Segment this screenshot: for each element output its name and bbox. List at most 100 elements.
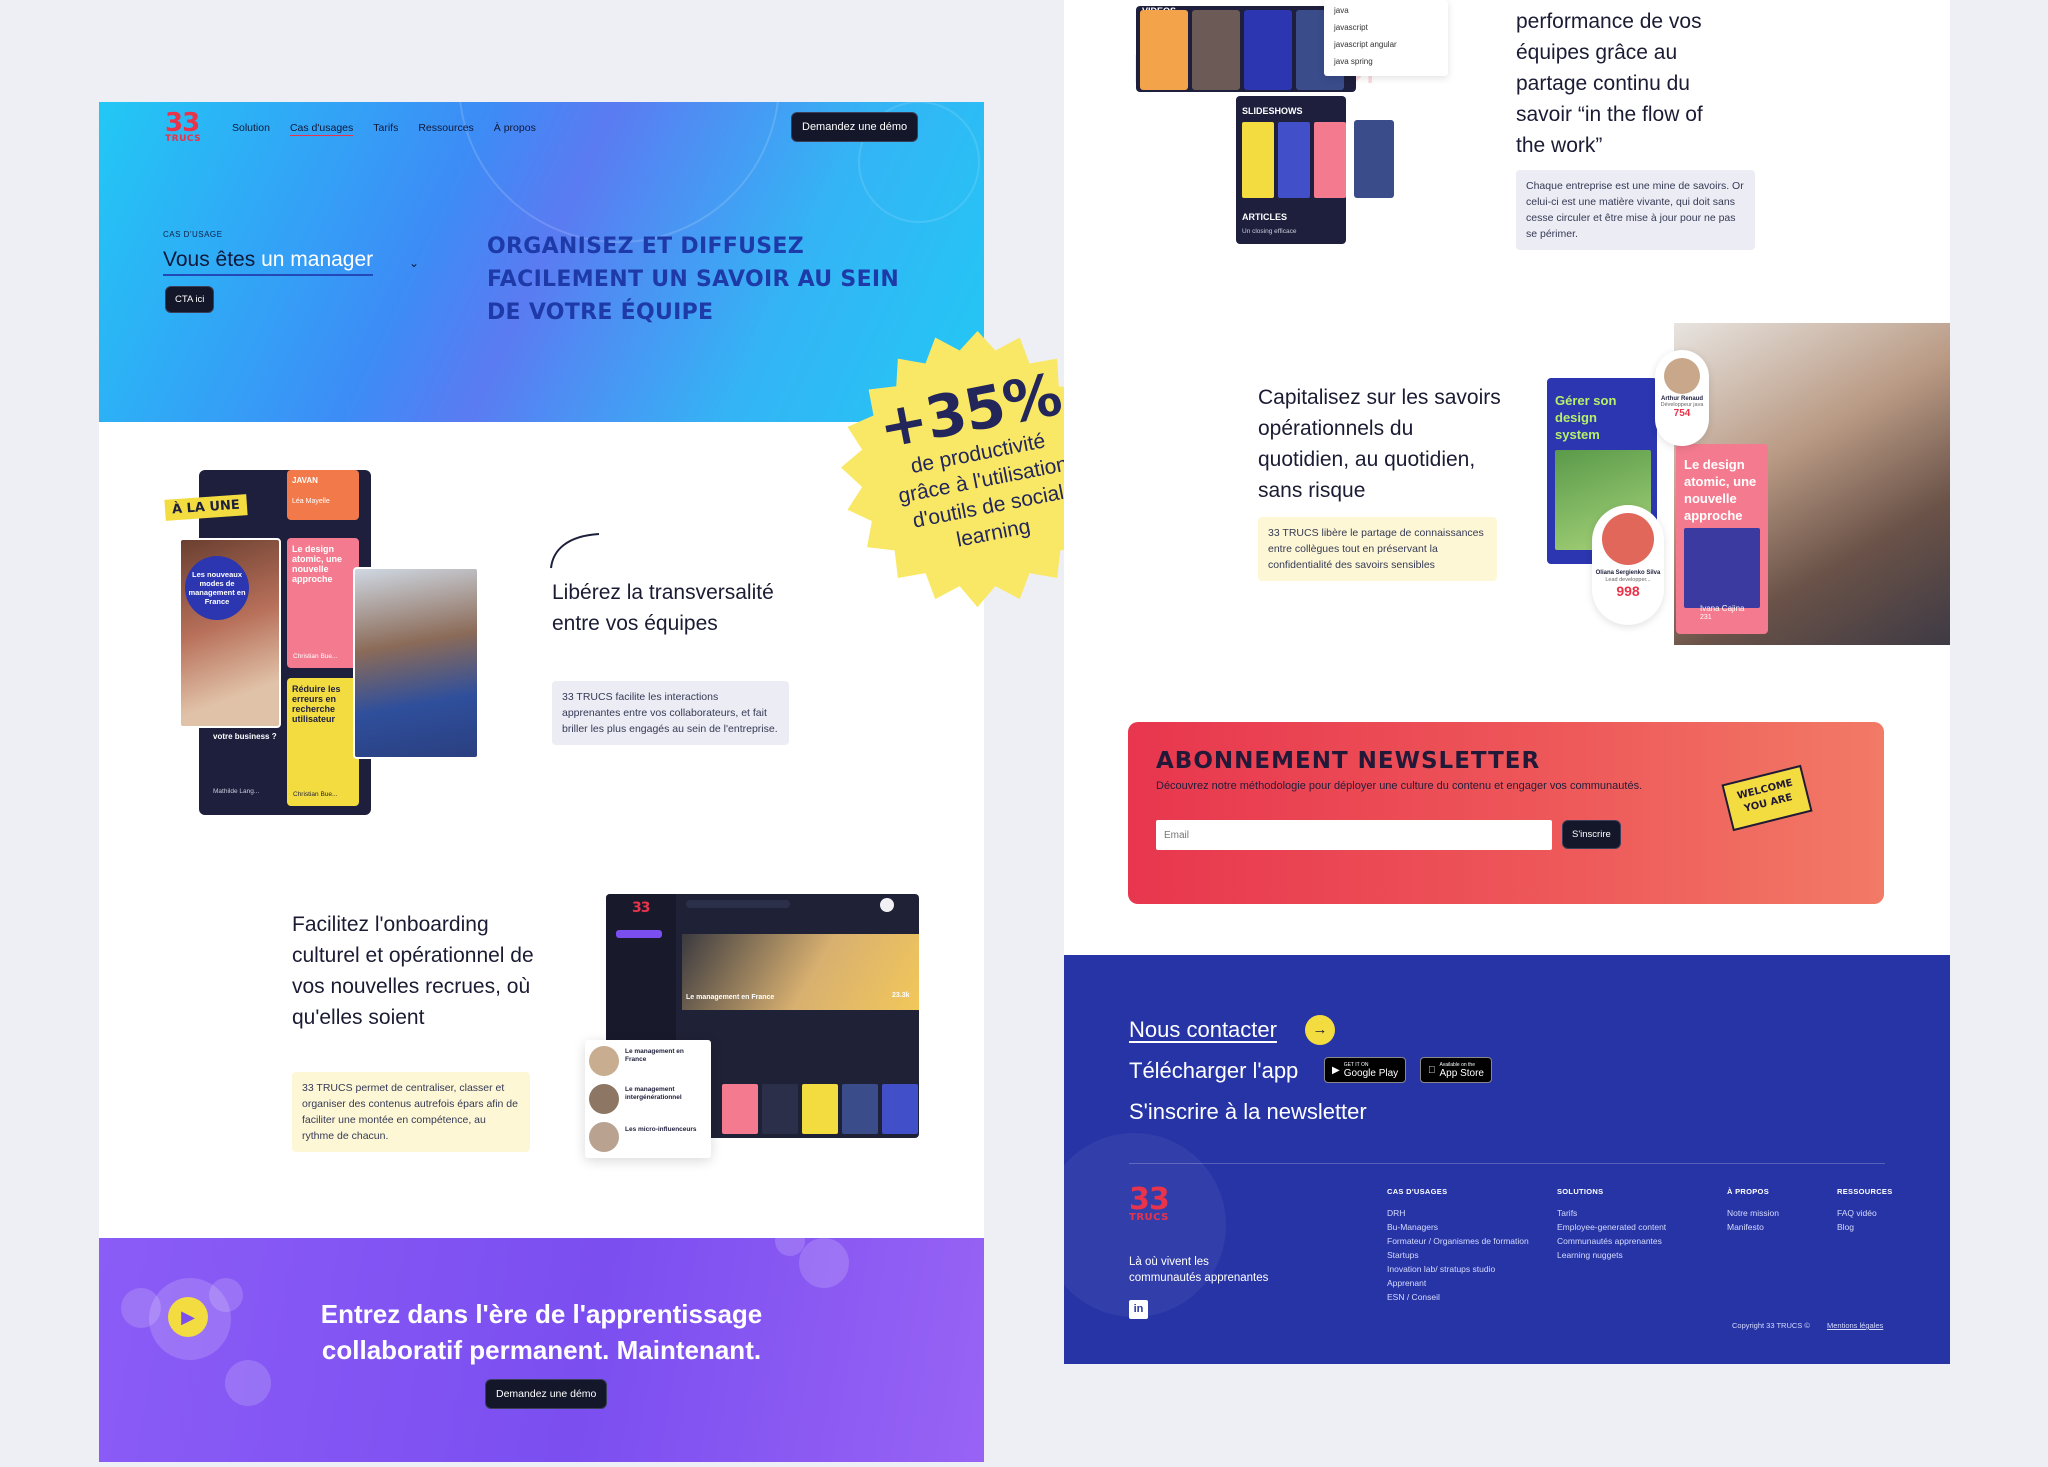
list-thumb xyxy=(589,1122,619,1152)
tag-item[interactable]: javascript angular xyxy=(1334,36,1438,53)
nav-item-ressources[interactable]: Ressources xyxy=(418,122,473,134)
persona-select[interactable]: Vous êtes un manager xyxy=(163,248,374,276)
video-card[interactable] xyxy=(1244,10,1292,90)
logo[interactable]: 33 TRUCS xyxy=(165,108,201,144)
feed-card-management-badge: Les nouveaux modes de management en Fran… xyxy=(185,556,249,620)
slideshow-card[interactable] xyxy=(1354,120,1394,198)
card-design-system-title: Gérer son design system xyxy=(1555,393,1617,442)
footer-seal-decoration xyxy=(1064,1133,1226,1317)
profile-card-oliana[interactable]: Oliana Sergienko Silva Lead developper..… xyxy=(1592,505,1664,625)
tagline-line: communautés apprenantes xyxy=(1129,1272,1269,1284)
footer-column-a-propos: À PROPOS Notre mission Manifesto xyxy=(1727,1187,1827,1234)
footer-link[interactable]: Inovation lab/ stratups studio xyxy=(1387,1262,1547,1276)
feed-card-design-atomic[interactable]: Le design atomic, une nouvelle approche … xyxy=(287,538,359,668)
slideshow-card[interactable] xyxy=(1242,122,1274,198)
arrow-right-icon[interactable]: → xyxy=(1305,1015,1335,1045)
feed-photo-woman[interactable]: Les nouveaux modes de management en Fran… xyxy=(179,538,281,728)
footer-link[interactable]: Formateur / Organismes de formation xyxy=(1387,1234,1547,1248)
card-author-name: Ivana Cajina xyxy=(1700,604,1745,613)
app-card[interactable] xyxy=(722,1084,758,1134)
google-play-button[interactable]: ▶ GET IT ON Google Play xyxy=(1324,1057,1407,1083)
feature1-text: 33 TRUCS facilite les interactions appre… xyxy=(552,681,789,745)
right-top-text: Chaque entreprise est une mine de savoir… xyxy=(1516,170,1755,250)
footer-column-ressources: RESSOURCES FAQ vidéo Blog xyxy=(1837,1187,1927,1234)
newsletter-link[interactable]: S'inscrire à la newsletter xyxy=(1129,1099,1367,1125)
app-card[interactable] xyxy=(802,1084,838,1134)
slideshow-card[interactable] xyxy=(1314,122,1346,198)
card-design-atomic-image xyxy=(1684,528,1760,608)
profile-card-arthur[interactable]: Arthur Renaud Développeur java 754 xyxy=(1655,350,1709,446)
legal-link[interactable]: Mentions légales xyxy=(1827,1321,1883,1330)
demo-button[interactable]: Demandez une démo xyxy=(791,112,919,142)
card-design-atomic[interactable]: Le design atomic, une nouvelle approche … xyxy=(1676,444,1768,634)
avatar xyxy=(1602,513,1654,565)
list-item[interactable]: Le management intergénérationnel xyxy=(625,1086,701,1102)
app-card[interactable] xyxy=(762,1084,798,1134)
feed-photo-man[interactable] xyxy=(353,567,479,759)
logo-number: 33 xyxy=(165,108,200,138)
app-search-input[interactable] xyxy=(686,900,790,908)
footer-column-title: À PROPOS xyxy=(1727,1187,1769,1196)
footer-link[interactable]: Notre mission xyxy=(1727,1206,1827,1220)
tag-item[interactable]: java spring xyxy=(1334,53,1438,70)
footer-logo[interactable]: 33 TRUCS xyxy=(1129,1182,1170,1223)
profile-name: Oliana Sergienko Silva xyxy=(1595,570,1661,576)
cta-band-demo-button[interactable]: Demandez une démo xyxy=(485,1379,608,1409)
footer-link[interactable]: Employee-generated content xyxy=(1557,1220,1717,1234)
video-card[interactable] xyxy=(1140,10,1188,90)
footer-link[interactable]: Learning nuggets xyxy=(1557,1248,1717,1262)
feed-card-title: Le design atomic, une nouvelle approche xyxy=(292,544,343,584)
avatar[interactable] xyxy=(880,898,894,912)
footer-column-title: SOLUTIONS xyxy=(1557,1187,1604,1196)
newsletter-submit-button[interactable]: S'inscrire xyxy=(1562,820,1621,849)
feed-card-author: Mathilde Lang... xyxy=(213,788,260,795)
footer-link[interactable]: Blog xyxy=(1837,1220,1927,1234)
newsletter-email-input[interactable] xyxy=(1156,820,1552,850)
article-line: Un closing efficace xyxy=(1242,228,1297,235)
linkedin-icon[interactable]: in xyxy=(1129,1300,1148,1319)
footer-link[interactable]: DRH xyxy=(1387,1206,1547,1220)
title-line: the work” xyxy=(1516,134,1603,157)
feed-card-reduire[interactable]: Réduire les erreurs en recherche utilisa… xyxy=(287,678,359,806)
footer-link[interactable]: Communautés apprenantes xyxy=(1557,1234,1717,1248)
slideshows-panel: SLIDESHOWS ARTICLES Un closing efficace xyxy=(1236,96,1346,244)
app-logo: 33 xyxy=(632,900,651,916)
card-design-atomic-title: Le design atomic, une nouvelle approche xyxy=(1684,457,1757,523)
slideshow-card[interactable] xyxy=(1278,122,1310,198)
footer-link[interactable]: FAQ vidéo xyxy=(1837,1206,1927,1220)
nav-item-cas-usages[interactable]: Cas d'usages xyxy=(290,122,353,134)
tag-dropdown: java javascript javascript angular java … xyxy=(1324,0,1448,76)
list-item[interactable]: Les micro-influenceurs xyxy=(625,1126,701,1134)
tag-item[interactable]: java xyxy=(1334,2,1438,19)
tag-item[interactable]: javascript xyxy=(1334,19,1438,36)
app-card[interactable] xyxy=(882,1084,918,1134)
nav-item-tarifs[interactable]: Tarifs xyxy=(373,122,398,134)
footer-link[interactable]: ESN / Conseil xyxy=(1387,1290,1547,1304)
logo-number: 33 xyxy=(1129,1182,1170,1217)
bubble-decoration xyxy=(799,1238,849,1288)
footer-column-cas-usages: CAS D'USAGES DRH Bu-Managers Formateur /… xyxy=(1387,1187,1547,1304)
nav-item-solution[interactable]: Solution xyxy=(232,122,270,134)
hero-cta-button[interactable]: CTA ici xyxy=(165,286,215,313)
app-store-button[interactable]:  Available on theApp Store xyxy=(1420,1057,1492,1083)
app-sidebar-active-item[interactable] xyxy=(616,930,662,938)
app-card[interactable] xyxy=(842,1084,878,1134)
chevron-down-icon[interactable]: ⌄ xyxy=(409,256,419,270)
nav-item-a-propos[interactable]: À propos xyxy=(494,122,536,134)
footer-link[interactable]: Manifesto xyxy=(1727,1220,1827,1234)
list-thumb xyxy=(589,1046,619,1076)
feature2-title: Facilitez l'onboarding culturel et opéra… xyxy=(292,913,534,1029)
section-label-slideshows: SLIDESHOWS xyxy=(1242,106,1303,116)
contact-link[interactable]: Nous contacter xyxy=(1129,1017,1277,1043)
title-line: équipes grâce au xyxy=(1516,41,1678,64)
footer-link[interactable]: Tarifs xyxy=(1557,1206,1717,1220)
feed-card-top: JAVAN Léa Mayelle xyxy=(287,470,359,520)
video-card[interactable] xyxy=(1192,10,1240,90)
logo-text: TRUCS xyxy=(1129,1212,1169,1223)
newsletter-desc: Découvrez notre méthodologie pour déploy… xyxy=(1156,780,1643,792)
footer-link[interactable]: Startups xyxy=(1387,1248,1547,1262)
footer-link[interactable]: Apprenant xyxy=(1387,1276,1547,1290)
persona-value: un manager xyxy=(261,248,374,271)
footer-link[interactable]: Bu-Managers xyxy=(1387,1220,1547,1234)
list-item[interactable]: Le management en France xyxy=(625,1048,701,1064)
